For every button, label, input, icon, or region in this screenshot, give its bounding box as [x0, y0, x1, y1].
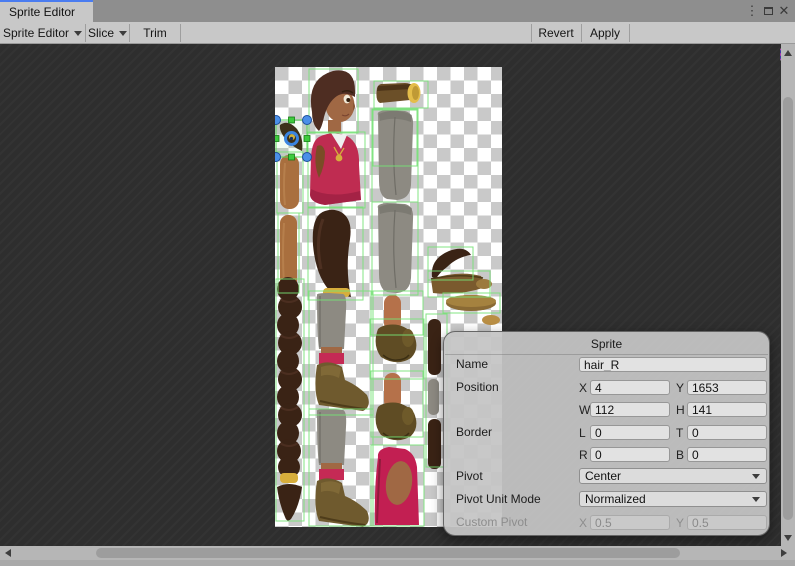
- panel-title: Sprite: [444, 337, 769, 351]
- pivot-unit-mode-label: Pivot Unit Mode: [456, 491, 541, 508]
- custom-pivot-label: Custom Pivot: [456, 514, 527, 531]
- t-prefix: T: [676, 426, 687, 440]
- window-menu-icon[interactable]: ⋮: [744, 0, 760, 22]
- custom-pivot-y-prefix: Y: [676, 516, 687, 530]
- scroll-right-icon[interactable]: [781, 549, 787, 557]
- sprite-piece-collar[interactable]: [431, 274, 492, 294]
- sprite-piece-arm-upper[interactable]: [376, 83, 420, 103]
- scroll-up-icon[interactable]: [784, 50, 792, 56]
- position-label: Position: [456, 379, 499, 396]
- scroll-down-icon[interactable]: [784, 535, 792, 541]
- vertical-scrollbar[interactable]: [781, 44, 795, 546]
- sprite-piece-hood[interactable]: [375, 447, 419, 525]
- sprite-editor-dropdown[interactable]: Sprite Editor: [0, 22, 85, 44]
- chevron-down-icon: [74, 31, 82, 36]
- sprite-piece-arm-a[interactable]: [280, 155, 299, 209]
- sprite-piece-column[interactable]: [428, 319, 441, 469]
- apply-button[interactable]: Apply: [582, 22, 628, 44]
- divider: [445, 354, 768, 355]
- width-field[interactable]: 112: [590, 402, 670, 417]
- pivot-dot: [290, 137, 293, 140]
- sprite-piece-thigh[interactable]: [313, 210, 351, 297]
- sprite-piece-braid[interactable]: [277, 277, 302, 521]
- sprite-piece-shin[interactable]: [378, 110, 413, 200]
- sprite-piece-vest[interactable]: [310, 133, 361, 205]
- toolbar: Sprite Editor Slice Trim Revert Apply: [0, 22, 795, 44]
- pivot-unit-mode-dropdown[interactable]: Normalized: [579, 491, 767, 507]
- height-field[interactable]: 141: [687, 402, 767, 417]
- border-b-field[interactable]: 0: [687, 447, 767, 462]
- border-label: Border: [456, 424, 492, 441]
- name-field[interactable]: hair_R: [579, 357, 767, 372]
- maximize-icon[interactable]: [760, 0, 776, 22]
- horizontal-scrollbar-thumb[interactable]: [96, 548, 680, 558]
- selection-handles[interactable]: [275, 116, 312, 162]
- chevron-down-icon: [752, 474, 760, 479]
- scroll-left-icon[interactable]: [5, 549, 11, 557]
- slice-dropdown[interactable]: Slice: [86, 22, 129, 44]
- sprite-inspector-panel: Sprite Name hair_R Position X 4 Y 1653 W…: [443, 331, 770, 536]
- chevron-down-icon: [752, 497, 760, 502]
- pivot-dropdown[interactable]: Center: [579, 468, 767, 484]
- w-prefix: W: [579, 403, 590, 417]
- sprite-piece-fist[interactable]: [376, 295, 417, 362]
- close-icon[interactable]: ✕: [776, 0, 792, 22]
- y-prefix: Y: [676, 381, 687, 395]
- sprite-editor-window: Sprite Editor ⋮ ✕ Sprite Editor Slice Tr…: [0, 0, 795, 566]
- separator: [629, 24, 630, 42]
- trim-button[interactable]: Trim: [130, 22, 180, 44]
- border-l-field[interactable]: 0: [590, 425, 670, 440]
- x-prefix: X: [579, 381, 590, 395]
- l-prefix: L: [579, 426, 590, 440]
- separator: [180, 24, 181, 42]
- sprite-piece-head[interactable]: [311, 70, 355, 133]
- position-x-field[interactable]: 4: [590, 380, 670, 395]
- h-prefix: H: [676, 403, 687, 417]
- sprite-piece-leg-boot[interactable]: [315, 293, 368, 411]
- vertical-scrollbar-thumb[interactable]: [783, 97, 793, 520]
- horizontal-scrollbar[interactable]: [0, 546, 795, 560]
- b-prefix: B: [676, 448, 687, 462]
- name-label: Name: [456, 356, 488, 373]
- r-prefix: R: [579, 448, 590, 462]
- revert-button[interactable]: Revert: [532, 22, 580, 44]
- border-r-field[interactable]: 0: [590, 447, 670, 462]
- custom-pivot-x-prefix: X: [579, 516, 590, 530]
- sprite-piece-belt[interactable]: [446, 295, 500, 325]
- tab-sprite-editor[interactable]: Sprite Editor: [0, 0, 93, 22]
- custom-pivot-x-field: 0.5: [590, 515, 670, 530]
- chevron-down-icon: [119, 31, 127, 36]
- pivot-label: Pivot: [456, 468, 483, 485]
- custom-pivot-y-field: 0.5: [687, 515, 767, 530]
- tab-label: Sprite Editor: [9, 5, 75, 19]
- tab-strip: Sprite Editor ⋮ ✕: [0, 0, 795, 22]
- border-t-field[interactable]: 0: [687, 425, 767, 440]
- position-y-field[interactable]: 1653: [687, 380, 767, 395]
- status-strip: [0, 560, 795, 566]
